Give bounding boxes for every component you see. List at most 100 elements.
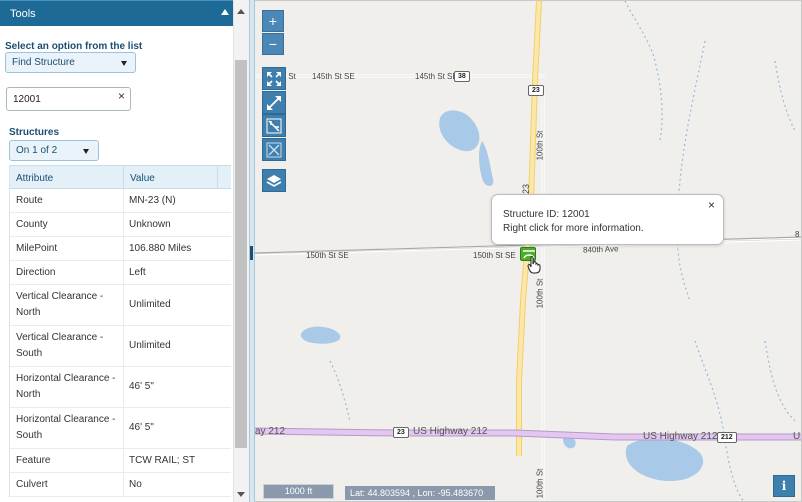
attribute-cell: County xyxy=(16,219,48,230)
attribute-cell: Vertical Clearance - South xyxy=(16,332,104,359)
info-button[interactable]: i xyxy=(773,475,795,497)
table-row[interactable]: Horizontal Clearance - South 46' 5" xyxy=(10,408,231,449)
column-divider xyxy=(123,261,124,284)
value-cell: MN-23 (N) xyxy=(129,195,176,206)
attribute-table: Attribute Value Route MN-23 (N) County Unkn… xyxy=(9,165,231,497)
road-label: 8 xyxy=(795,230,800,239)
structures-dropdown[interactable]: On 1 of 2 xyxy=(9,140,99,161)
stream xyxy=(624,1,663,142)
stream xyxy=(676,40,706,302)
structure-search-input[interactable]: 12001 × xyxy=(6,87,131,111)
value-cell: Left xyxy=(129,267,146,278)
value-cell: TCW RAIL; ST xyxy=(129,455,196,466)
attribute-cell: Route xyxy=(16,195,43,206)
lake xyxy=(625,438,704,481)
full-extent-icon xyxy=(267,72,281,86)
route-shield: 23 xyxy=(528,85,544,96)
road-label: 145th St SE xyxy=(415,72,458,81)
table-row[interactable]: Feature TCW RAIL; ST xyxy=(10,449,231,473)
table-header: Attribute Value xyxy=(10,165,231,189)
close-icon[interactable]: × xyxy=(708,198,715,212)
column-divider xyxy=(123,166,124,188)
full-extent-button[interactable] xyxy=(262,67,286,90)
search-input-value: 12001 xyxy=(13,94,41,105)
collapse-caret-icon[interactable] xyxy=(221,9,229,15)
table-row[interactable]: MilePoint 106.880 Miles xyxy=(10,237,231,261)
road-label: 840th Ave xyxy=(582,244,619,255)
table-body: Route MN-23 (N) County Unknown MilePoint 106.… xyxy=(10,189,231,497)
road-label: 145th St SE xyxy=(312,72,355,81)
expand-arrow-icon xyxy=(267,96,281,110)
scale-bar: 1000 ft xyxy=(263,484,334,499)
attribute-cell: Horizontal Clearance - North xyxy=(16,373,116,400)
column-divider xyxy=(123,473,124,496)
column-divider xyxy=(217,166,218,188)
column-divider xyxy=(123,408,124,448)
structures-dropdown-value: On 1 of 2 xyxy=(16,145,58,156)
clear-measure-button[interactable] xyxy=(262,138,286,161)
layers-icon xyxy=(266,175,282,187)
table-row[interactable]: County Unknown xyxy=(10,213,231,237)
road-label: 100th St xyxy=(535,130,545,161)
value-cell: Unknown xyxy=(129,219,171,230)
column-header-attribute[interactable]: Attribute xyxy=(16,173,53,184)
scrollbar-thumb[interactable] xyxy=(235,60,247,448)
value-cell: 106.880 Miles xyxy=(129,243,192,254)
route-shield: 23 xyxy=(393,427,409,438)
value-cell: 46' 5" xyxy=(129,381,154,392)
zoom-out-button[interactable]: − xyxy=(262,33,284,55)
attribute-cell: Direction xyxy=(16,267,56,278)
option-label: Select an option from the list xyxy=(5,41,143,52)
attribute-cell: Vertical Clearance - North xyxy=(16,291,104,318)
table-row[interactable]: Horizontal Clearance - North 46' 5" xyxy=(10,367,231,408)
table-row[interactable]: Culvert No xyxy=(10,473,231,497)
column-header-value[interactable]: Value xyxy=(130,173,155,184)
attribute-cell: Culvert xyxy=(16,479,48,490)
clear-measure-icon xyxy=(266,142,282,158)
column-divider xyxy=(123,213,124,236)
value-cell: 46' 5" xyxy=(129,422,154,433)
tools-header[interactable]: Tools xyxy=(0,0,233,26)
road-label: 100th St xyxy=(535,278,545,309)
attribute-cell: Horizontal Clearance - South xyxy=(16,414,116,441)
lake xyxy=(479,141,494,187)
route-shield: 212 xyxy=(717,432,737,443)
splitter-handle[interactable] xyxy=(250,246,253,260)
table-row[interactable]: Direction Left xyxy=(10,261,231,285)
scroll-up-icon[interactable] xyxy=(237,9,245,14)
road-label: 150th St SE xyxy=(306,251,349,260)
value-cell: Unlimited xyxy=(129,340,171,351)
road-label: US Highway 212 xyxy=(413,426,488,437)
zoom-to-button[interactable] xyxy=(262,91,286,114)
lake xyxy=(300,326,341,344)
clear-search-icon[interactable]: × xyxy=(118,89,125,103)
map-view[interactable]: k St 145th St SE 145th St SE 150th St SE… xyxy=(255,0,802,502)
column-divider xyxy=(123,189,124,212)
table-row[interactable]: Route MN-23 (N) xyxy=(10,189,231,213)
tools-title: Tools xyxy=(10,8,36,20)
stream xyxy=(774,60,796,132)
column-divider xyxy=(123,237,124,260)
zoom-in-button[interactable]: + xyxy=(262,10,284,32)
option-dropdown-value: Find Structure xyxy=(12,57,75,68)
structure-popup: Structure ID: 12001 Right click for more… xyxy=(491,194,724,245)
attribute-cell: Feature xyxy=(16,455,51,466)
hand-cursor-icon xyxy=(527,256,541,274)
route-shield: 38 xyxy=(454,71,470,82)
coordinate-readout: Lat: 44.803594 , Lon: -95.483670 xyxy=(345,486,495,500)
value-cell: Unlimited xyxy=(129,299,171,310)
table-row[interactable]: Vertical Clearance - North Unlimited xyxy=(10,285,231,326)
column-divider xyxy=(123,285,124,325)
scroll-down-icon[interactable] xyxy=(237,492,245,497)
chevron-down-icon xyxy=(83,149,89,154)
road-label: 150th St SE xyxy=(473,251,516,260)
road-label: 23 xyxy=(521,183,532,195)
measure-button[interactable] xyxy=(262,114,286,137)
value-cell: No xyxy=(129,479,142,490)
layers-button[interactable] xyxy=(262,169,286,192)
road-label: U xyxy=(793,431,801,442)
option-dropdown[interactable]: Find Structure xyxy=(5,52,136,73)
road-label: ay 212 xyxy=(255,426,286,437)
table-row[interactable]: Vertical Clearance - South Unlimited xyxy=(10,326,231,367)
chevron-down-icon xyxy=(121,61,127,66)
